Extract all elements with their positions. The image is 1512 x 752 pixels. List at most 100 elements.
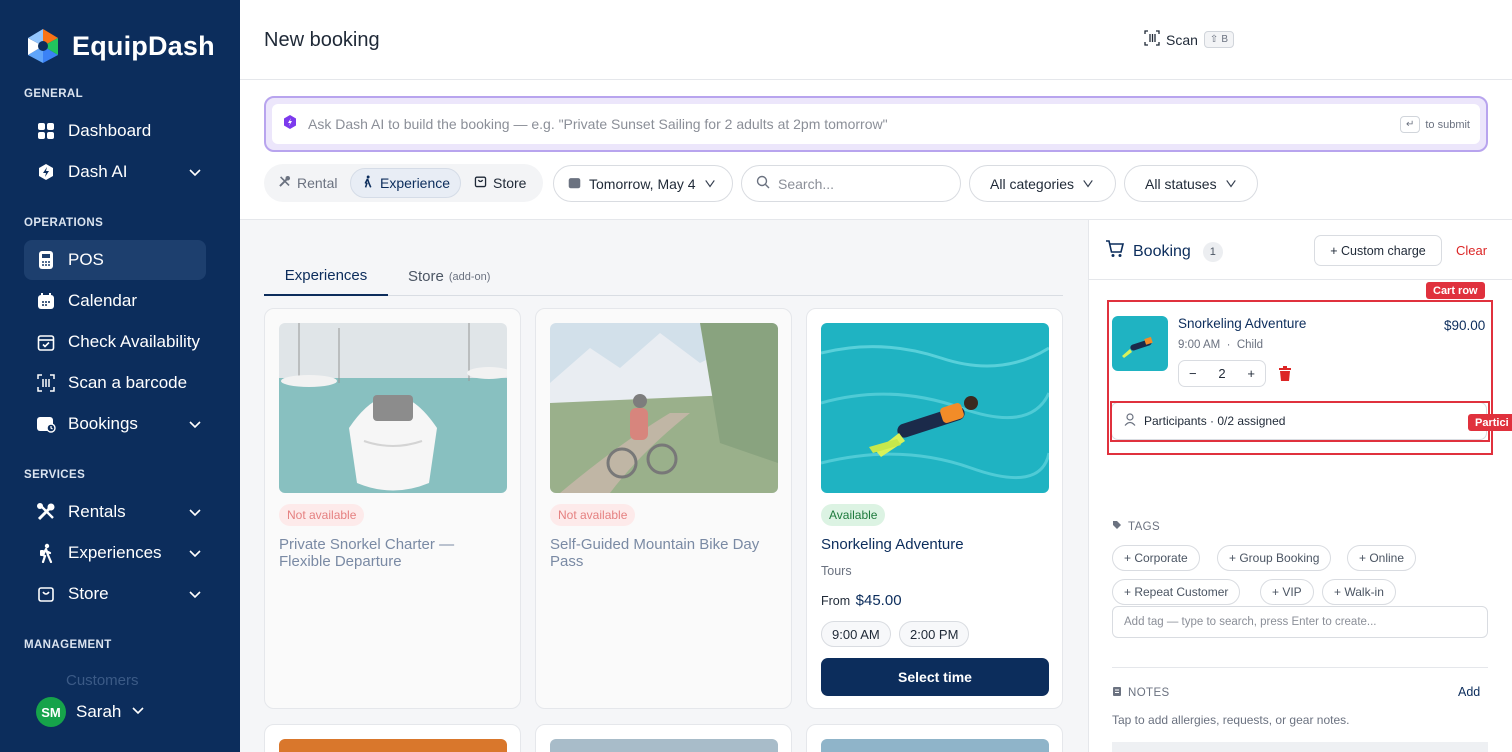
time-slot-chip[interactable]: 9:00 AM: [821, 621, 891, 647]
chevron-down-icon: [188, 164, 202, 184]
trash-icon[interactable]: [1278, 366, 1292, 386]
notes-hint[interactable]: Tap to add allergies, requests, or gear …: [1112, 713, 1349, 727]
product-card[interactable]: [806, 724, 1063, 752]
status-select[interactable]: All statuses: [1124, 165, 1258, 202]
note-icon: [1112, 686, 1122, 700]
scan-label: Scan: [1166, 31, 1198, 48]
cart-row-tag: Cart row: [1426, 282, 1485, 299]
booking-count: 1: [1202, 241, 1223, 262]
category-select[interactable]: All categories: [969, 165, 1116, 202]
product-card[interactable]: [535, 724, 792, 752]
chevron-down-icon: [188, 504, 202, 524]
app-name: EquipDash: [72, 30, 215, 61]
avatar: SM: [36, 697, 66, 727]
submit-hint: ↵ to submit: [1399, 116, 1470, 133]
calendar-check-icon: [36, 332, 56, 352]
cart-item-meta: 9:00 AM · Child: [1178, 339, 1264, 351]
product-image: [821, 323, 1049, 493]
custom-charge-button[interactable]: + Custom charge: [1314, 235, 1442, 266]
barcode-scan-icon: [1144, 30, 1160, 49]
product-image: [821, 739, 1049, 752]
product-card[interactable]: Not available Self-Guided Mountain Bike …: [535, 308, 792, 709]
notes-label: NOTES: [1112, 686, 1170, 700]
hiker-icon: [36, 543, 56, 563]
equipdash-logo-icon: [28, 29, 58, 63]
catalog-tabs: Experiences Store (add-on): [264, 257, 1063, 296]
tags-label: TAGS: [1112, 520, 1160, 533]
status-badge: Available: [821, 504, 886, 526]
tag-chip[interactable]: + Repeat Customer: [1112, 579, 1241, 605]
tag-chip[interactable]: + Online: [1347, 545, 1417, 571]
clear-button[interactable]: Clear: [1456, 243, 1487, 258]
page-title: New booking: [264, 29, 380, 51]
bookings-calendar-icon: [36, 414, 56, 434]
sidebar-item-store[interactable]: Store: [24, 574, 206, 614]
product-image: [550, 323, 778, 493]
sidebar-item-label: Rentals: [68, 502, 126, 521]
section-management: MANAGEMENT: [24, 639, 112, 651]
product-title: Snorkeling Adventure: [821, 536, 964, 553]
sidebar-item-label: Check Availability: [68, 332, 200, 351]
chevron-down-icon: [188, 416, 202, 436]
sidebar-item-pos[interactable]: POS: [24, 240, 206, 280]
search-input[interactable]: Search...: [741, 165, 961, 202]
section-operations: OPERATIONS: [24, 217, 104, 229]
sidebar-item-bookings[interactable]: Bookings: [24, 404, 206, 444]
product-image: [550, 739, 778, 752]
sidebar-item-calendar[interactable]: Calendar: [24, 281, 206, 321]
user-menu[interactable]: SM Sarah: [36, 697, 145, 727]
increment-button[interactable]: +: [1247, 366, 1255, 381]
date-picker[interactable]: Tomorrow, May 4: [553, 165, 733, 202]
decrement-button[interactable]: −: [1189, 366, 1197, 381]
chevron-down-icon: [1225, 176, 1237, 192]
scan-button[interactable]: Scan ⇧ B: [1144, 30, 1234, 49]
sidebar-item-label: Dash AI: [68, 162, 128, 181]
sidebar-item-customers[interactable]: Customers: [66, 672, 139, 689]
tab-experiences[interactable]: Experiences: [264, 257, 388, 296]
header: New booking: [240, 0, 1512, 80]
app-logo[interactable]: EquipDash: [24, 27, 215, 65]
sidebar-item-scan-barcode[interactable]: Scan a barcode: [24, 363, 206, 403]
tag-chip[interactable]: + Group Booking: [1217, 545, 1332, 571]
product-card[interactable]: Available Snorkeling Adventure Tours Fro…: [806, 308, 1063, 709]
mode-store[interactable]: Store: [464, 168, 536, 198]
quantity-value: 2: [1218, 366, 1226, 381]
tag-input[interactable]: Add tag — type to search, press Enter to…: [1112, 606, 1488, 638]
sidebar-item-experiences[interactable]: Experiences: [24, 533, 206, 573]
product-card[interactable]: [264, 724, 521, 752]
cart-icon: [1105, 240, 1125, 263]
sidebar: EquipDash GENERAL Dashboard Dash AI OPER…: [0, 0, 240, 752]
status-badge: Not available: [550, 504, 636, 526]
dashboard-icon: [36, 121, 56, 141]
add-note-button[interactable]: Add: [1458, 685, 1480, 699]
shopping-bag-icon: [36, 584, 56, 604]
time-slot-chip[interactable]: 2:00 PM: [899, 621, 970, 647]
product-price: From $45.00: [821, 592, 902, 609]
tab-store[interactable]: Store (add-on): [408, 257, 490, 296]
sidebar-item-dash-ai[interactable]: Dash AI: [24, 152, 206, 192]
sidebar-item-label: Dashboard: [68, 121, 152, 140]
tag-chip[interactable]: + Corporate: [1112, 545, 1200, 571]
barcode-scan-icon: [36, 373, 56, 393]
sidebar-item-dashboard[interactable]: Dashboard: [24, 111, 206, 151]
mode-rental[interactable]: Rental: [268, 168, 347, 198]
mode-experience[interactable]: Experience: [350, 168, 462, 198]
cart-item-price: $90.00: [1444, 318, 1486, 333]
sidebar-item-rentals[interactable]: Rentals: [24, 492, 206, 532]
enter-key-icon: ↵: [1399, 116, 1421, 133]
product-card[interactable]: Not available Private Snorkel Charter — …: [264, 308, 521, 709]
notes-area[interactable]: [1112, 742, 1488, 752]
product-title: Private Snorkel Charter — Flexible Depar…: [279, 536, 455, 570]
sidebar-item-check-availability[interactable]: Check Availability: [24, 322, 206, 362]
dash-ai-input[interactable]: Ask Dash AI to build the booking — e.g. …: [272, 104, 1480, 144]
chevron-down-icon: [1082, 176, 1094, 192]
chevron-down-icon: [131, 703, 145, 722]
search-icon: [756, 175, 770, 192]
product-image: [279, 739, 507, 752]
quantity-stepper: − 2 +: [1178, 360, 1266, 387]
select-time-button[interactable]: Select time: [821, 658, 1049, 696]
tag-chip[interactable]: + VIP: [1260, 579, 1314, 605]
chevron-down-icon: [704, 176, 716, 192]
tag-chip[interactable]: + Walk-in: [1322, 579, 1396, 605]
mode-switch: Rental Experience Store: [264, 164, 543, 202]
